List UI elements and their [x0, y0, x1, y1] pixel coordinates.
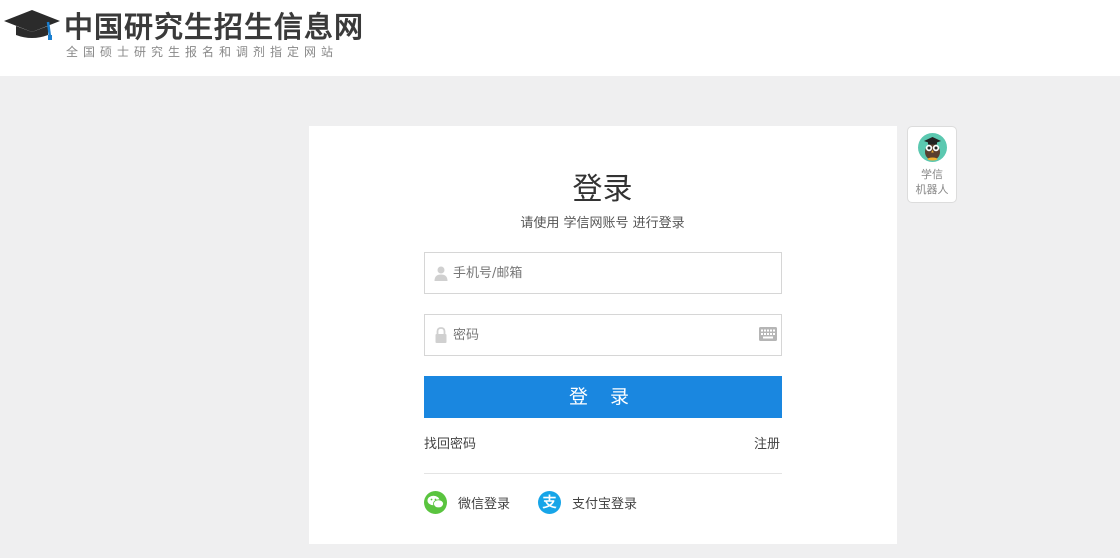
site-header: 中国研究生招生信息网 全国硕士研究生报名和调剂指定网站 — [0, 0, 1120, 76]
site-title[interactable]: 中国研究生招生信息网 — [64, 4, 364, 46]
password-field[interactable] — [424, 314, 782, 356]
robot-label-line1: 学信 — [921, 168, 943, 181]
user-icon — [434, 266, 448, 281]
username-input[interactable] — [453, 253, 753, 293]
robot-label-line2: 机器人 — [915, 183, 949, 196]
wechat-login[interactable]: 微信登录 — [424, 490, 510, 514]
divider — [424, 473, 782, 474]
robot-owl-icon — [918, 133, 947, 162]
register-link[interactable]: 注册 — [754, 433, 780, 452]
forgot-password-link[interactable]: 找回密码 — [424, 433, 476, 452]
password-input[interactable] — [453, 315, 753, 355]
wechat-icon — [424, 490, 447, 514]
alipay-login[interactable]: 支 支付宝登录 — [538, 490, 637, 514]
username-field[interactable] — [424, 252, 782, 294]
lock-icon — [435, 327, 447, 343]
alipay-login-label: 支付宝登录 — [572, 496, 638, 512]
login-subtitle: 请使用 学信网账号 进行登录 — [520, 216, 685, 231]
wechat-login-label: 微信登录 — [458, 496, 511, 512]
login-button[interactable]: 登 录 — [424, 376, 782, 418]
alipay-icon: 支 — [538, 490, 561, 514]
xuexin-robot-widget[interactable]: 学信 机器人 — [907, 126, 957, 203]
site-subtitle: 全国硕士研究生报名和调剂指定网站 — [66, 45, 339, 59]
robot-label: 学信 机器人 — [908, 167, 956, 197]
graduation-cap-icon — [4, 10, 60, 40]
keyboard-icon[interactable] — [759, 327, 777, 341]
